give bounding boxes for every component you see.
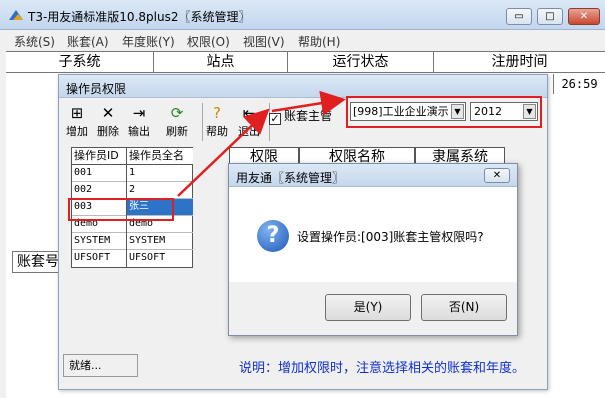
- close-button[interactable]: ✕: [568, 8, 600, 25]
- window-title: T3-用友通标准版10.8plus2〖系统管理〗: [28, 10, 251, 24]
- highlight-frame-operator: [68, 198, 174, 221]
- header-register-time: 注册时间: [491, 54, 548, 70]
- dialog-title: 用友通〖系统管理〗: [236, 171, 345, 185]
- dialog-footer: 是(Y) 否(N): [229, 282, 517, 335]
- chevron-down-icon[interactable]: ▼: [451, 104, 464, 119]
- app-logo-icon: [9, 10, 23, 20]
- operator-name-cell[interactable]: SYSTEM: [127, 233, 193, 250]
- menu-permission[interactable]: 权限(O): [187, 33, 230, 50]
- column-header-operator-name[interactable]: 操作员全名: [127, 148, 193, 165]
- menu-help[interactable]: 帮助(H): [298, 33, 340, 50]
- permission-title: 操作员权限: [66, 82, 127, 96]
- menu-year-account[interactable]: 年度账(Y): [122, 33, 175, 50]
- exit-button[interactable]: ⇤ 退出: [234, 103, 264, 141]
- checkbox-checked-icon[interactable]: ✓: [269, 113, 281, 125]
- dialog-titlebar: 用友通〖系统管理〗 ✕: [229, 164, 517, 187]
- delete-button[interactable]: ✕ 删除: [94, 103, 122, 141]
- delete-icon: ✕: [101, 104, 115, 122]
- status-bar: 就绪... 说明：增加权限时，注意选择相关的账套和年度。: [61, 354, 547, 378]
- column-header-operator-id[interactable]: 操作员ID: [72, 148, 126, 165]
- dialog-close-button[interactable]: ✕: [484, 168, 510, 183]
- operator-id-cell[interactable]: 002: [72, 182, 126, 199]
- yes-button[interactable]: 是(Y): [325, 294, 411, 321]
- no-button[interactable]: 否(N): [421, 294, 507, 321]
- main-titlebar: T3-用友通标准版10.8plus2〖系统管理〗 ▭ □ ✕: [0, 0, 605, 30]
- permission-titlebar: 操作员权限: [59, 75, 547, 98]
- account-master-label: 账套主管: [284, 109, 333, 123]
- question-icon: ?: [257, 220, 289, 252]
- operator-id-cell[interactable]: UFSOFT: [72, 250, 126, 267]
- menu-system[interactable]: 系统(S): [14, 33, 55, 50]
- maximize-button[interactable]: □: [537, 8, 563, 25]
- export-icon: ⇥: [132, 104, 146, 122]
- menu-bar: 系统(S) 账套(A) 年度账(Y) 权限(O) 视图(V) 帮助(H): [0, 30, 605, 50]
- operator-name-cell[interactable]: 2: [127, 182, 193, 199]
- minimize-button[interactable]: ▭: [506, 8, 532, 25]
- status-ready: 就绪...: [63, 354, 138, 377]
- register-time-cell: 26:59: [553, 74, 605, 94]
- refresh-button[interactable]: ⟳ 刷新: [163, 103, 191, 141]
- refresh-icon: ⟳: [170, 104, 184, 122]
- account-select[interactable]: [998]工业企业演示 ▼: [350, 102, 466, 121]
- header-site: 站点: [154, 52, 288, 73]
- add-icon: ⊞: [70, 104, 84, 122]
- dialog-message: 设置操作员:[003]账套主管权限吗?: [297, 230, 484, 244]
- confirm-dialog: 用友通〖系统管理〗 ✕ ? 设置操作员:[003]账套主管权限吗? 是(Y) 否…: [228, 163, 518, 336]
- chevron-down-icon[interactable]: ▼: [523, 104, 536, 119]
- status-note: 说明：增加权限时，注意选择相关的账套和年度。: [239, 361, 526, 376]
- operator-id-cell[interactable]: 001: [72, 165, 126, 182]
- account-master-checkbox[interactable]: ✓ 账套主管: [269, 107, 332, 125]
- operator-name-cell[interactable]: UFSOFT: [127, 250, 193, 267]
- main-grid-header: 子系统 站点 运行状态 注册时间: [6, 51, 605, 73]
- menu-account[interactable]: 账套(A): [67, 33, 109, 50]
- year-select[interactable]: 2012 ▼: [470, 102, 538, 121]
- account-select-value: [998]工业企业演示: [353, 105, 449, 118]
- operator-name-cell[interactable]: 1: [127, 165, 193, 182]
- exit-icon: ⇤: [242, 104, 256, 122]
- add-button[interactable]: ⊞ 增加: [64, 103, 90, 141]
- help-icon: ?: [213, 104, 221, 122]
- help-button[interactable]: ? 帮助: [203, 103, 231, 141]
- menu-view[interactable]: 视图(V): [243, 33, 285, 50]
- header-subsystem: 子系统: [6, 52, 154, 73]
- header-run-status: 运行状态: [288, 52, 434, 73]
- operator-id-cell[interactable]: SYSTEM: [72, 233, 126, 250]
- export-button[interactable]: ⇥ 输出: [125, 103, 153, 141]
- year-select-value: 2012: [474, 105, 502, 118]
